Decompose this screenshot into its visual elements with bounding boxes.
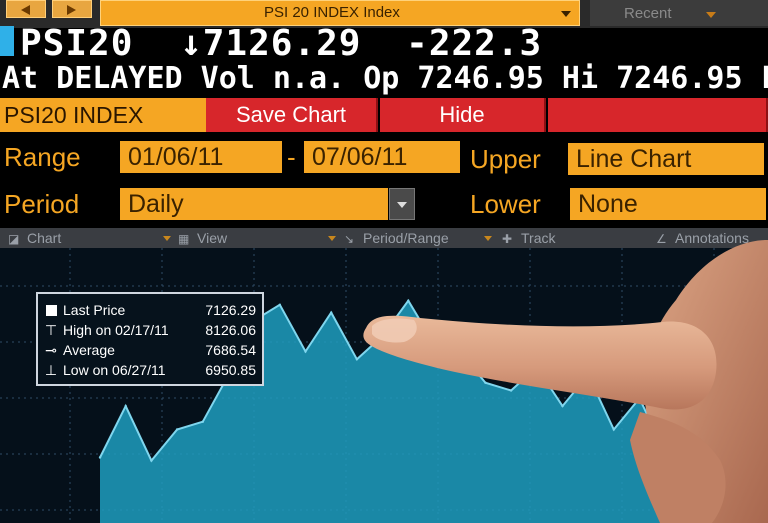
data-point	[330, 311, 333, 314]
legend-value: 8126.06	[205, 322, 256, 338]
track-menu-label: Track	[521, 230, 556, 246]
quote-line-1: PSI20 ↓7126.29 -222.3	[20, 24, 542, 64]
legend-label: Last Price	[63, 302, 126, 318]
upper-label: Upper	[470, 144, 541, 174]
legend-value: 7686.54	[205, 342, 256, 358]
data-point	[381, 334, 384, 338]
data-point	[561, 404, 564, 408]
crosshair-icon: ✚	[502, 232, 513, 246]
view-menu[interactable]: ▦ View	[178, 228, 227, 248]
quote-line-2: At DELAYED Vol n.a. Op 7246.95 Hi 7246.9…	[2, 61, 768, 96]
lower-study-field[interactable]: None	[570, 188, 766, 220]
low-marker-icon: ⊥	[44, 362, 58, 378]
chart-icon: ◪	[8, 232, 20, 246]
period-range-icon: ↘	[344, 232, 355, 246]
data-point	[715, 443, 718, 447]
annotations-menu[interactable]: ∠ Annotations	[656, 228, 749, 248]
legend-value: 7126.29	[205, 302, 256, 318]
lower-label: Lower	[470, 189, 541, 219]
data-point	[175, 428, 179, 431]
chart-menu[interactable]: ◪ Chart	[8, 228, 61, 248]
action-bar-filler	[548, 98, 768, 132]
period-label: Period	[4, 189, 80, 219]
chevron-down-icon	[484, 236, 492, 241]
data-point	[432, 342, 436, 345]
data-point	[407, 299, 410, 302]
legend-low: ⊥ Low on 06/27/11	[44, 360, 166, 380]
period-field[interactable]: Daily	[120, 188, 388, 220]
net-change: -222.3	[406, 23, 543, 64]
chevron-down-icon	[328, 236, 336, 241]
data-point	[638, 397, 641, 400]
quote-marker	[0, 26, 14, 56]
data-point	[150, 459, 153, 462]
data-point	[741, 482, 744, 486]
chevron-down-icon	[163, 236, 171, 241]
period-dropdown-button[interactable]	[389, 188, 415, 220]
legend-label: Average	[63, 342, 115, 358]
pencil-icon: ∠	[656, 232, 667, 246]
range-end-field[interactable]: 07/06/11	[304, 141, 460, 173]
back-arrow-icon	[21, 5, 30, 15]
chevron-down-icon	[561, 11, 571, 17]
average-marker-icon: ⊸	[45, 342, 57, 358]
data-point	[587, 373, 590, 377]
period-range-menu[interactable]: ↘ Period/Range	[344, 228, 449, 248]
data-point	[355, 358, 359, 361]
square-icon	[44, 300, 58, 320]
upper-study-field[interactable]: Line Chart	[568, 143, 764, 175]
last-price: 7126.29	[202, 23, 362, 64]
legend-average: ⊸ Average	[44, 340, 115, 360]
hide-button[interactable]: Hide	[380, 98, 546, 132]
range-label: Range	[4, 142, 81, 172]
title-bar: PSI20 INDEX Save Chart Hide	[0, 98, 768, 134]
save-chart-button[interactable]: Save Chart	[206, 98, 378, 132]
data-point	[484, 381, 487, 384]
down-arrow-icon: ↓	[180, 23, 203, 64]
chart-toolbar: ◪ Chart ▦ View ↘ Period/Range ✚ Track ∠ Annot…	[0, 228, 768, 248]
data-point	[612, 428, 615, 431]
range-start-field[interactable]: 01/06/11	[120, 141, 282, 173]
high-marker-icon: ⊤	[44, 322, 58, 338]
legend-high: ⊤ High on 02/17/11	[44, 320, 169, 340]
chart-menu-label: Chart	[27, 230, 62, 246]
data-point	[509, 389, 513, 392]
recent-dropdown[interactable]: Recent	[590, 0, 768, 26]
legend-label: Low on 06/27/11	[63, 362, 166, 378]
data-point	[278, 303, 281, 306]
security-dropdown-label: PSI 20 INDEX Index	[264, 4, 400, 21]
security-title[interactable]: PSI20 INDEX	[0, 98, 206, 132]
data-point	[124, 404, 127, 408]
view-icon: ▦	[178, 232, 190, 246]
track-menu[interactable]: ✚ Track	[502, 228, 555, 248]
data-point	[304, 350, 307, 353]
data-point	[458, 350, 461, 353]
recent-dropdown-label: Recent	[624, 5, 672, 22]
data-point	[98, 456, 102, 459]
back-button[interactable]	[6, 0, 46, 18]
range-separator: -	[287, 142, 296, 172]
ticker: PSI20	[20, 23, 134, 64]
chevron-down-icon	[706, 12, 716, 18]
view-menu-label: View	[197, 230, 228, 246]
data-point	[689, 467, 693, 470]
legend-value: 6950.85	[205, 362, 256, 378]
period-range-menu-label: Period/Range	[363, 230, 449, 246]
data-point	[535, 365, 538, 369]
data-point	[664, 451, 667, 455]
chevron-down-icon	[397, 202, 407, 208]
forward-button[interactable]	[52, 0, 92, 18]
annotations-menu-label: Annotations	[675, 230, 749, 246]
legend-last-price: Last Price	[44, 300, 125, 320]
data-point	[201, 420, 204, 423]
chart-legend: Last Price 7126.29 ⊤ High on 02/17/11 812…	[36, 292, 264, 386]
forward-arrow-icon	[67, 5, 76, 15]
legend-label: High on 02/17/11	[63, 322, 169, 338]
